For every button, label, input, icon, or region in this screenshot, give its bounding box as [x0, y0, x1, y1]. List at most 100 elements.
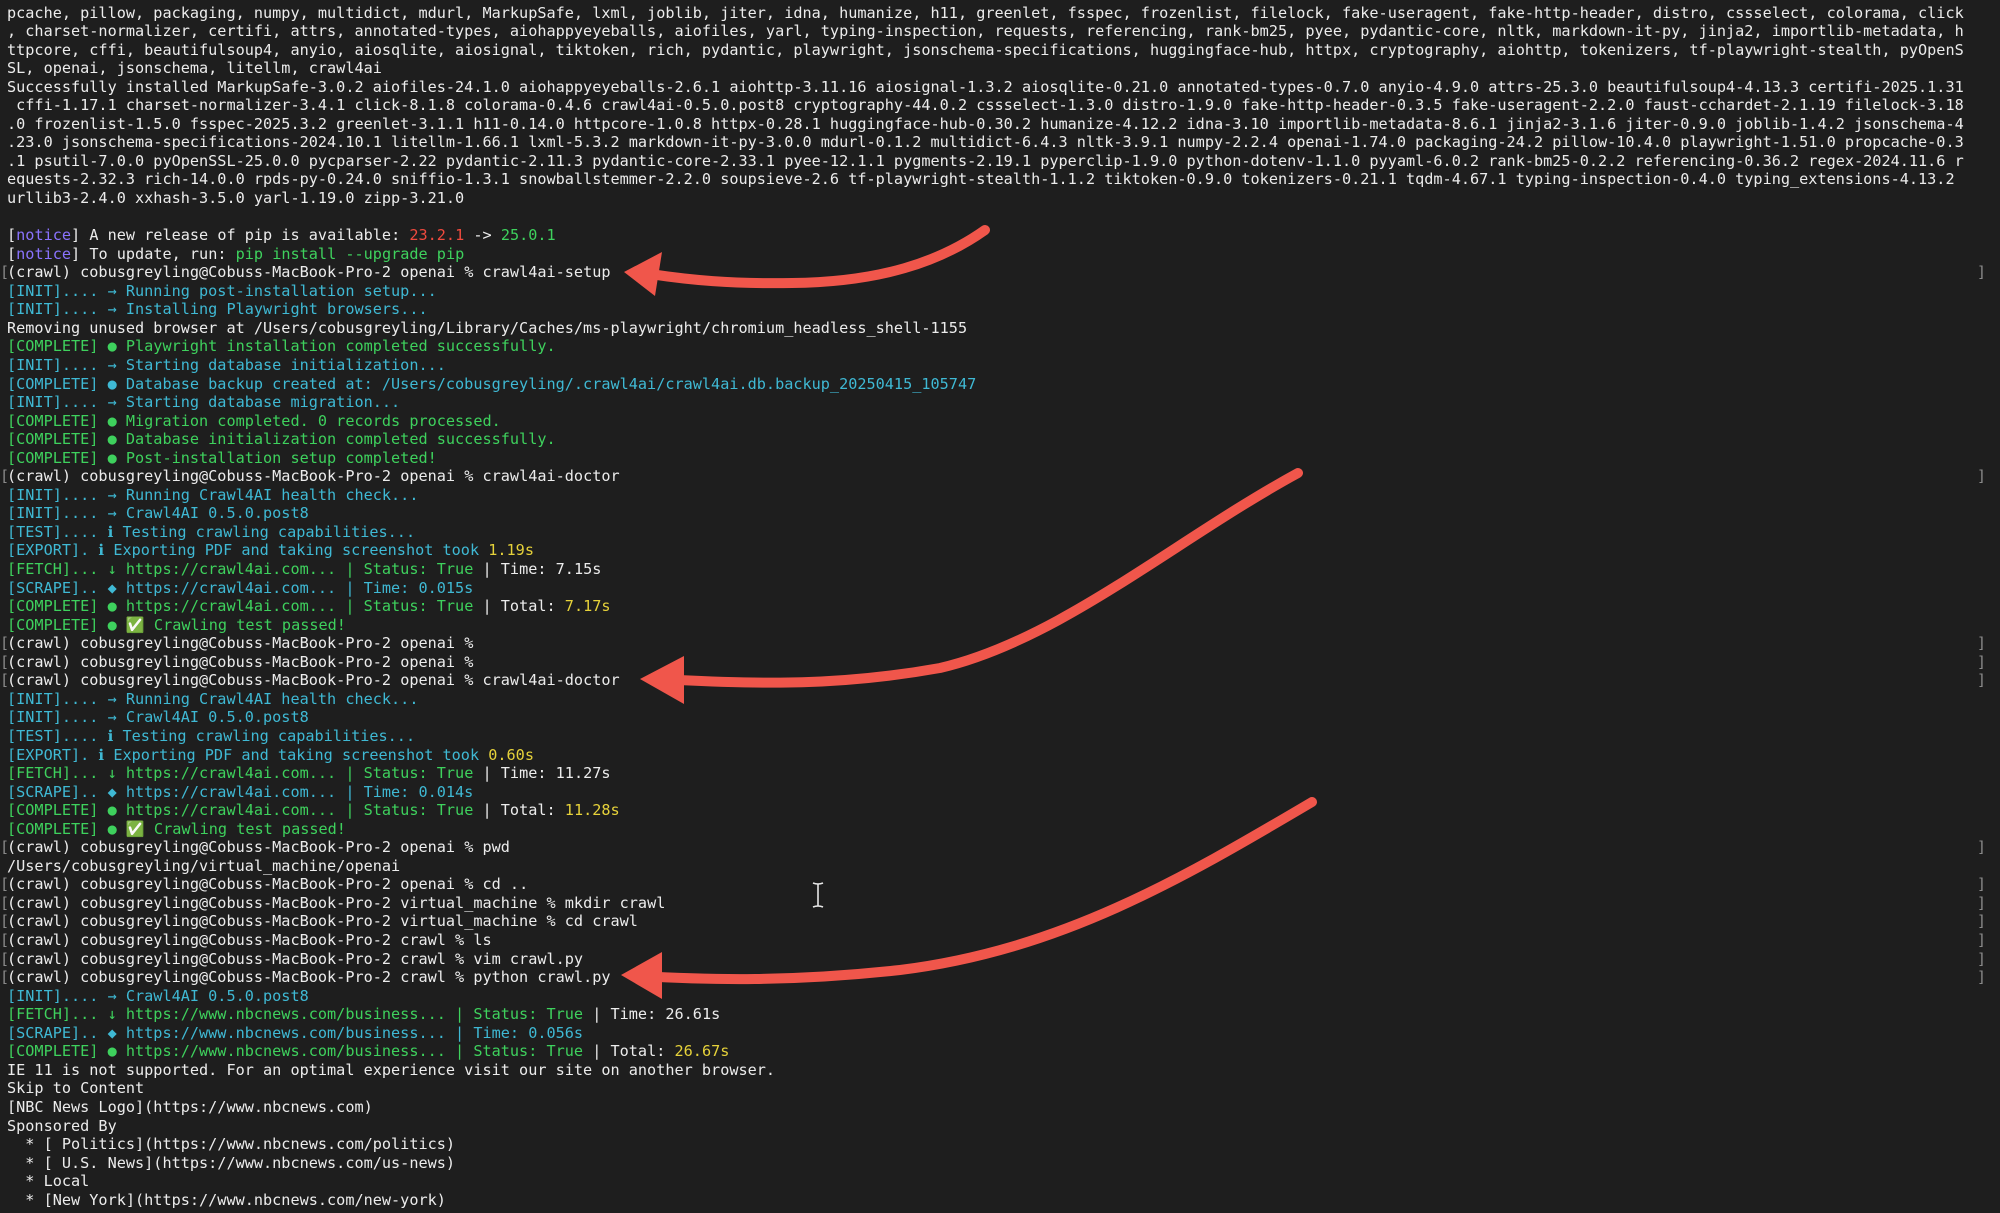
- log-text: [INIT].... → Crawl4AI 0.5.0.post8: [7, 708, 309, 727]
- arrow-text: ->: [464, 226, 501, 245]
- prompt-line[interactable]: [(crawl) cobusgreyling@Cobuss-MacBook-Pr…: [0, 968, 1986, 987]
- timing-value: 1.19s: [488, 541, 534, 560]
- prompt-line[interactable]: [(crawl) cobusgreyling@Cobuss-MacBook-Pr…: [0, 931, 1986, 950]
- prompt-symbol: %: [455, 467, 483, 486]
- timing-value: 0.014s: [418, 782, 474, 801]
- prompt-prefix: (crawl) cobusgreyling@Cobuss-MacBook-Pro…: [7, 671, 401, 690]
- log-text: [COMPLETE] ● Database backup created at:…: [7, 374, 977, 393]
- status-line: [FETCH]... ↓ https://www.nbcnews.com/bus…: [7, 1005, 1986, 1024]
- timing-value: 11.27s: [555, 764, 611, 783]
- prompt-dir: openai: [400, 671, 456, 690]
- timing-value: 0.015s: [418, 578, 474, 597]
- log-text: * [New York](https://www.nbcnews.com/new…: [7, 1190, 446, 1209]
- mark-bracket-left: [: [0, 467, 10, 486]
- prompt-prefix: (crawl) cobusgreyling@Cobuss-MacBook-Pro…: [7, 968, 401, 987]
- log-text: [FETCH]... ↓ https://crawl4ai.com... | S…: [7, 764, 437, 783]
- prompt-line[interactable]: [(crawl) cobusgreyling@Cobuss-MacBook-Pr…: [0, 838, 1986, 857]
- log-line: [INIT].... → Starting database migration…: [7, 393, 1986, 412]
- prompt-line[interactable]: [(crawl) cobusgreyling@Cobuss-MacBook-Pr…: [0, 894, 1986, 913]
- log-text: [COMPLETE] ● Playwright installation com…: [7, 337, 556, 356]
- prompt-line[interactable]: [(crawl) cobusgreyling@Cobuss-MacBook-Pr…: [0, 671, 1986, 690]
- mark-bracket-right: ]: [1976, 875, 1986, 894]
- prompt-line[interactable]: [(crawl) cobusgreyling@Cobuss-MacBook-Pr…: [0, 467, 1986, 486]
- log-text: [COMPLETE] ● Post-installation setup com…: [7, 448, 437, 467]
- mark-bracket-left: [: [0, 968, 10, 987]
- log-line: [COMPLETE] ● Migration completed. 0 reco…: [7, 412, 1986, 431]
- command-text: python crawl.py: [473, 968, 611, 987]
- export-line: [EXPORT]. ℹ Exporting PDF and taking scr…: [7, 541, 1986, 560]
- command-text: vim crawl.py: [473, 949, 584, 968]
- timing-label: Total:: [500, 801, 565, 820]
- log-line: * Local: [7, 1172, 1986, 1191]
- command-text: crawl4ai-setup: [482, 263, 611, 282]
- prompt-dir: openai: [400, 652, 456, 671]
- prompt-line[interactable]: [(crawl) cobusgreyling@Cobuss-MacBook-Pr…: [0, 263, 1986, 282]
- timing-value: 11.28s: [564, 801, 620, 820]
- prompt-dir: openai: [400, 634, 456, 653]
- log-text: IE 11 is not supported. For an optimal e…: [7, 1060, 776, 1079]
- pip-output-text: ttpcore, cffi, beautifulsoup4, anyio, ai…: [7, 40, 1964, 59]
- timing-value: 7.15s: [555, 560, 602, 578]
- mark-bracket-left: [: [0, 875, 10, 894]
- prompt-symbol: %: [537, 893, 565, 912]
- timing-label: Total:: [500, 597, 565, 616]
- prompt-line[interactable]: [(crawl) cobusgreyling@Cobuss-MacBook-Pr…: [0, 634, 1986, 653]
- notice-text: A new release of pip is available:: [80, 226, 410, 245]
- mark-bracket-right: ]: [1976, 931, 1986, 949]
- prompt-prefix: (crawl) cobusgreyling@Cobuss-MacBook-Pro…: [7, 912, 401, 931]
- mark-bracket-left: [: [0, 949, 10, 968]
- command-text: cd crawl: [564, 912, 638, 931]
- prompt-dir: openai: [400, 263, 456, 282]
- pip-output-line: .23.0 jsonschema-specifications-2024.10.…: [7, 133, 1986, 152]
- prompt-prefix: (crawl) cobusgreyling@Cobuss-MacBook-Pro…: [7, 634, 401, 653]
- prompt-line[interactable]: [(crawl) cobusgreyling@Cobuss-MacBook-Pr…: [0, 912, 1986, 931]
- timing-label: Time:: [610, 1005, 666, 1024]
- terminal-window[interactable]: pcache, pillow, packaging, numpy, multid…: [0, 0, 2000, 1213]
- mark-bracket-right: ]: [1976, 671, 1986, 690]
- timing-value: 26.67s: [674, 1042, 730, 1061]
- log-text: [INIT].... → Starting database migration…: [7, 393, 401, 412]
- new-version: 25.0.1: [500, 226, 556, 245]
- prompt-dir: crawl: [400, 949, 446, 968]
- pip-output-text: , charset-normalizer, certifi, attrs, an…: [7, 22, 1964, 41]
- mark-bracket-left: [: [0, 912, 10, 931]
- log-text: [FETCH]... ↓ https://crawl4ai.com... | S…: [7, 560, 437, 578]
- prompt-line[interactable]: [(crawl) cobusgreyling@Cobuss-MacBook-Pr…: [0, 950, 1986, 969]
- mark-bracket-right: ]: [1976, 263, 1986, 282]
- pip-output-line: pcache, pillow, packaging, numpy, multid…: [7, 4, 1986, 23]
- mark-bracket-left: [: [0, 263, 10, 282]
- command-text: ls: [473, 931, 492, 949]
- bracket-text: ]: [71, 226, 81, 245]
- status-line: [SCRAPE].. ◆ https://crawl4ai.com... | T…: [7, 783, 1986, 802]
- command-text: cd ..: [482, 875, 529, 894]
- pip-output-text: pcache, pillow, packaging, numpy, multid…: [7, 3, 1964, 22]
- mark-bracket-left: [: [0, 671, 10, 690]
- notice-tag: notice: [16, 226, 72, 245]
- prompt-line[interactable]: [(crawl) cobusgreyling@Cobuss-MacBook-Pr…: [0, 653, 1986, 672]
- prompt-prefix: (crawl) cobusgreyling@Cobuss-MacBook-Pro…: [7, 931, 401, 949]
- log-text: [INIT].... → Running Crawl4AI health che…: [7, 689, 419, 708]
- mark-bracket-right: ]: [1976, 652, 1986, 671]
- mark-bracket-right: ]: [1976, 949, 1986, 968]
- pip-output-text: cffi-1.17.1 charset-normalizer-3.4.1 cli…: [7, 96, 1964, 115]
- log-text: [COMPLETE] ● Database initialization com…: [7, 430, 556, 449]
- prompt-symbol: %: [445, 968, 474, 987]
- prompt-symbol: %: [455, 671, 483, 690]
- log-text: [SCRAPE].. ◆ https://crawl4ai.com... | T…: [7, 578, 419, 597]
- i-beam-cursor-icon: [812, 882, 824, 908]
- timing-value: 0.60s: [488, 745, 534, 764]
- status-flag: True: [436, 764, 474, 783]
- log-line: [INIT].... → Installing Playwright brows…: [7, 300, 1986, 319]
- prompt-symbol: %: [455, 652, 483, 671]
- log-line: [TEST].... ℹ Testing crawling capabiliti…: [7, 523, 1986, 542]
- log-line: [COMPLETE] ● Database backup created at:…: [7, 375, 1986, 394]
- timing-label: Time:: [500, 764, 556, 783]
- pip-output-text: equests-2.32.3 rich-14.0.0 rpds-py-0.24.…: [7, 170, 1955, 189]
- command-text: crawl4ai-doctor: [482, 467, 620, 486]
- prompt-line[interactable]: [(crawl) cobusgreyling@Cobuss-MacBook-Pr…: [0, 875, 1986, 894]
- separator: |: [473, 597, 501, 616]
- status-line: [COMPLETE] ● https://crawl4ai.com... | S…: [7, 597, 1986, 616]
- timing-value: 0.056s: [528, 1023, 584, 1042]
- log-line: [INIT].... → Crawl4AI 0.5.0.post8: [7, 504, 1986, 523]
